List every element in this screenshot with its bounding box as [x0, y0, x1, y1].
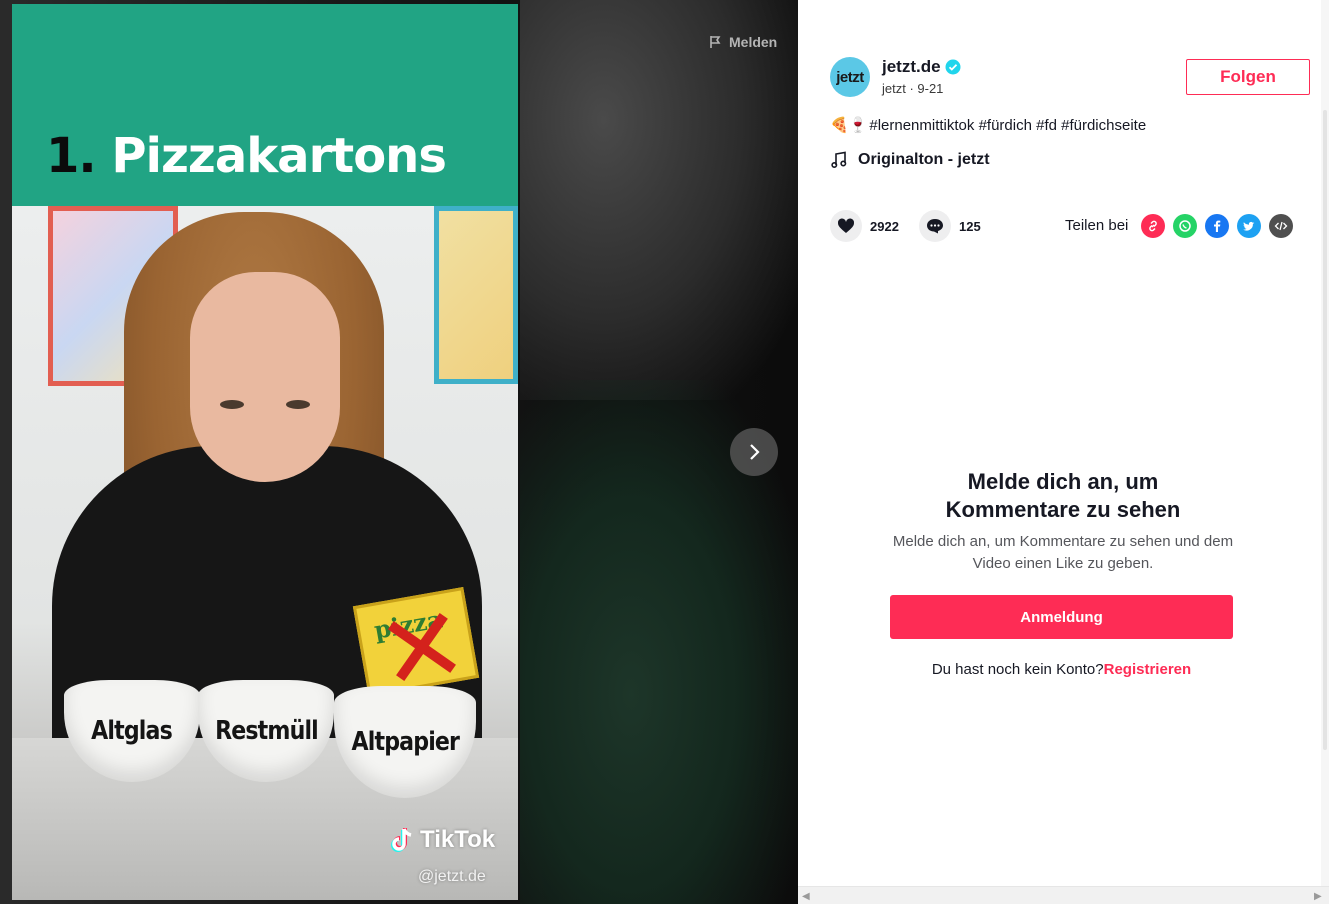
tiktok-watermark: TikTok	[390, 826, 495, 854]
signup-prompt: Du hast noch kein Konto?Registrieren	[890, 661, 1233, 678]
person-eye-left	[220, 400, 244, 409]
verified-badge-icon	[945, 59, 961, 75]
caption-emojis: 🍕🍷	[830, 117, 868, 134]
report-button[interactable]: Melden	[709, 34, 777, 50]
heart-icon	[837, 218, 855, 233]
video-scene: pizza Altglas Restmüll Altpapier	[12, 206, 518, 900]
bowl-label: Altglas	[91, 716, 174, 746]
video-title-number: 1.	[46, 128, 97, 184]
scrollbar-thumb[interactable]	[1323, 110, 1327, 750]
video-player-area[interactable]: 1. Pizzakartons pizza Altglas Restmüll A…	[0, 0, 798, 904]
blurred-background	[520, 0, 798, 400]
comment-stat[interactable]: 125	[919, 210, 981, 242]
music-link[interactable]: Originalton - jetzt	[830, 151, 990, 169]
avatar-text: jetzt	[836, 68, 864, 86]
video-frame[interactable]: 1. Pizzakartons pizza Altglas Restmüll A…	[12, 4, 518, 900]
login-button[interactable]: Anmeldung	[890, 595, 1233, 639]
bowl-label: Restmüll	[214, 716, 319, 746]
comment-count: 125	[959, 218, 981, 234]
share-label: Teilen bei	[1065, 217, 1129, 234]
embed-icon[interactable]	[1269, 214, 1293, 238]
facebook-icon[interactable]	[1205, 214, 1229, 238]
login-prompt-subtitle: Melde dich an, um Kommentare zu sehen un…	[892, 533, 1234, 572]
link-icon[interactable]	[1141, 214, 1165, 238]
caption-hashtags[interactable]: #lernenmittiktok #fürdich #fd #fürdichse…	[869, 117, 1146, 134]
like-count: 2922	[870, 218, 899, 234]
scroll-left-arrow-icon[interactable]: ◀	[802, 891, 810, 902]
video-caption: 🍕🍷 #lernenmittiktok #fürdich #fd #fürdic…	[830, 116, 1146, 135]
music-note-icon	[831, 151, 847, 169]
like-stat[interactable]: 2922	[830, 210, 899, 242]
scroll-right-arrow-icon[interactable]: ▶	[1314, 891, 1322, 902]
comment-button[interactable]	[919, 210, 951, 242]
video-title-banner: 1. Pizzakartons	[12, 4, 518, 206]
flag-icon	[710, 36, 721, 48]
tiktok-brand-text: TikTok	[420, 826, 496, 853]
signup-link[interactable]: Registrieren	[1104, 661, 1192, 678]
twitter-icon[interactable]	[1237, 214, 1261, 238]
music-label: Originalton - jetzt	[858, 151, 990, 168]
author-name-text: jetzt.de	[882, 57, 941, 76]
author-name[interactable]: jetzt.de	[882, 57, 961, 77]
horizontal-scrollbar[interactable]: ◀ ▶	[798, 886, 1329, 904]
details-panel: jetzt jetzt.de jetzt · 9-21 Folgen 🍕🍷 #l…	[798, 0, 1329, 904]
signup-prompt-text: Du hast noch kein Konto?	[931, 661, 1104, 678]
avatar[interactable]: jetzt	[830, 57, 870, 97]
vertical-scrollbar[interactable]	[1321, 0, 1329, 886]
report-label: Melden	[729, 34, 778, 50]
author-meta: jetzt · 9-21	[882, 81, 944, 96]
wall-painting-right	[434, 206, 518, 384]
pizza-box-crossed: pizza	[352, 586, 480, 698]
whatsapp-icon[interactable]	[1173, 214, 1197, 238]
follow-button[interactable]: Folgen	[1186, 59, 1310, 95]
login-prompt-title: Melde dich an, um Kommentare zu sehen	[945, 469, 1181, 522]
chevron-right-icon	[750, 444, 760, 460]
tiktok-logo-icon	[391, 828, 412, 852]
video-title-text: 1. Pizzakartons	[46, 128, 447, 184]
next-video-button[interactable]	[730, 428, 778, 476]
person-face	[190, 272, 340, 482]
comment-icon	[927, 219, 943, 234]
tiktok-watermark-handle: @jetzt.de	[418, 868, 486, 885]
person-eye-right	[286, 400, 310, 409]
bowl-label: Altpapier	[351, 727, 459, 757]
video-title-label: Pizzakartons	[111, 128, 447, 184]
like-button[interactable]	[830, 210, 862, 242]
